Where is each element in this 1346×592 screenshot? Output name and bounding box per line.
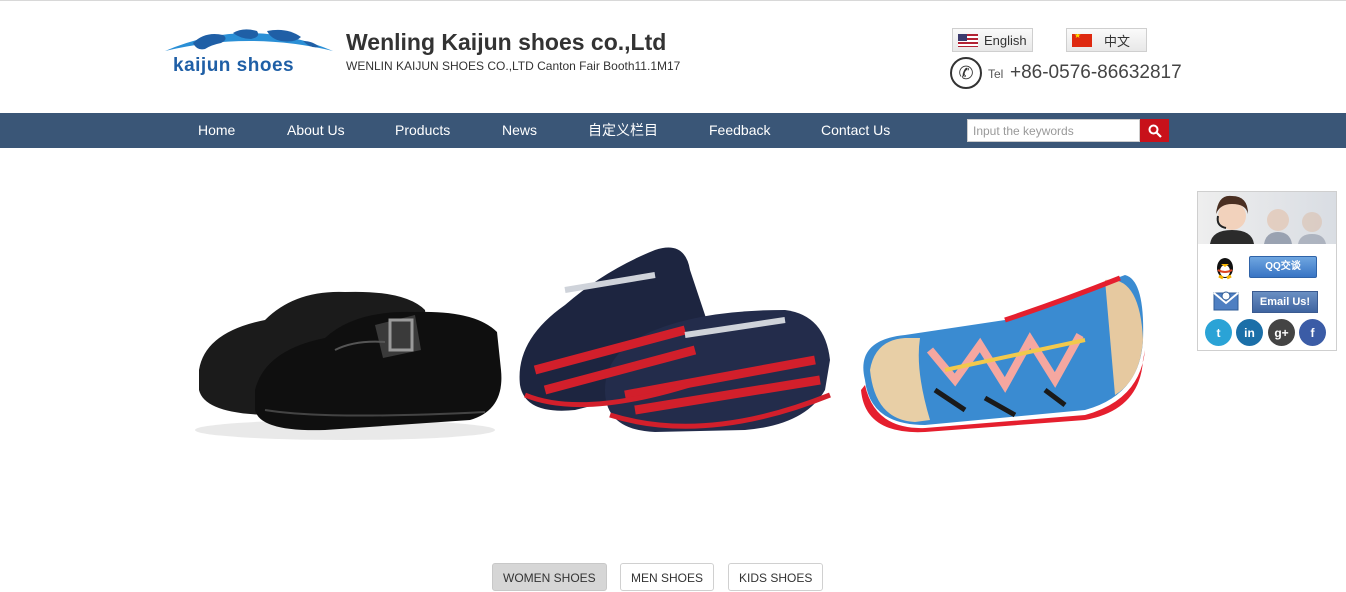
- language-chinese-button[interactable]: 中文: [1066, 28, 1147, 52]
- china-flag-icon: [1072, 33, 1092, 47]
- tab-men-shoes[interactable]: MEN SHOES: [620, 563, 715, 591]
- patterned-flat-shoe-image: [861, 275, 1145, 433]
- nav-feedback[interactable]: Feedback: [709, 113, 770, 148]
- email-us-button[interactable]: Email Us!: [1252, 291, 1318, 313]
- qq-penguin-icon: [1217, 258, 1233, 280]
- search-icon: [1148, 124, 1162, 138]
- us-flag-icon: [958, 33, 978, 47]
- site-header: kaijun shoes Wenling Kaijun shoes co.,Lt…: [0, 1, 1346, 113]
- search-input[interactable]: [967, 119, 1140, 142]
- company-subtitle: WENLIN KAIJUN SHOES CO.,LTD Canton Fair …: [346, 59, 681, 73]
- main-nav: Home About Us Products News 自定义栏目 Feedba…: [0, 113, 1346, 148]
- nav-contact-us[interactable]: Contact Us: [821, 113, 890, 148]
- customer-service-photo: [1198, 192, 1336, 244]
- black-leather-shoes-image: [195, 291, 502, 440]
- search-button[interactable]: [1140, 119, 1169, 142]
- support-agent-icon: [1210, 195, 1326, 244]
- nav-news[interactable]: News: [502, 113, 537, 148]
- shoes-banner-image: [195, 247, 1145, 440]
- email-envelope-icon: [1213, 291, 1239, 311]
- customer-service-panel: QQ交谈 Email Us! t in g+ f: [1197, 191, 1337, 351]
- nav-products[interactable]: Products: [395, 113, 450, 148]
- nav-custom-column[interactable]: 自定义栏目: [588, 113, 658, 148]
- language-english-label: English: [984, 32, 1027, 48]
- language-chinese-label: 中文: [1104, 33, 1131, 49]
- linkedin-icon[interactable]: in: [1236, 319, 1263, 346]
- nav-about-us[interactable]: About Us: [287, 113, 345, 148]
- site-logo[interactable]: kaijun shoes: [163, 21, 335, 77]
- qq-chat-button[interactable]: QQ交谈: [1249, 256, 1317, 278]
- company-title: Wenling Kaijun shoes co.,Ltd: [346, 29, 667, 55]
- twitter-icon[interactable]: t: [1205, 319, 1232, 346]
- tab-women-shoes[interactable]: WOMEN SHOES: [492, 563, 607, 591]
- logo-text: kaijun shoes: [173, 55, 295, 76]
- tel-label: Tel: [988, 67, 1004, 81]
- facebook-icon[interactable]: f: [1299, 319, 1326, 346]
- google-plus-icon[interactable]: g+: [1268, 319, 1295, 346]
- kids-sandals-image: [519, 247, 831, 432]
- tel-number: +86-0576-86632817: [1010, 62, 1182, 83]
- phone-icon: ✆: [950, 57, 982, 89]
- language-english-button[interactable]: English: [952, 28, 1033, 52]
- tab-kids-shoes[interactable]: KIDS SHOES: [728, 563, 824, 591]
- nav-home[interactable]: Home: [198, 113, 235, 148]
- product-banner: [185, 220, 1160, 460]
